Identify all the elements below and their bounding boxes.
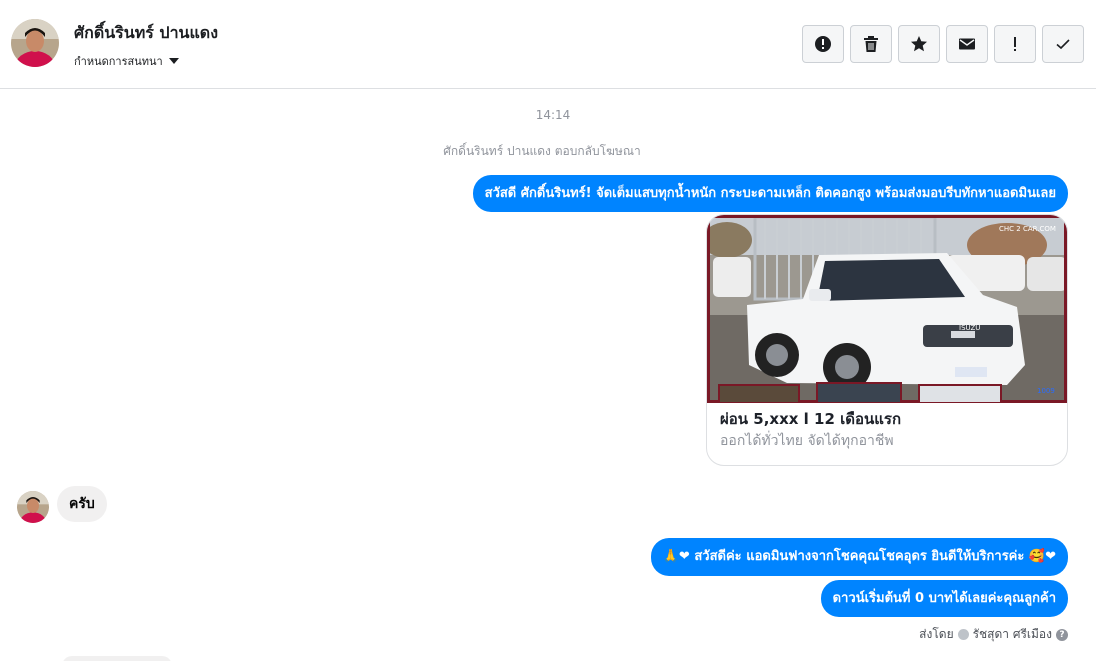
ad-reply-note: ศักดิ์นรินทร์ ปานแดง ตอบกลับโฆษณา <box>443 144 641 158</box>
contact-avatar-small[interactable] <box>17 491 49 523</box>
emoji-prefix: 🙏❤ <box>662 549 690 564</box>
delete-button[interactable] <box>850 25 892 63</box>
caret-down-icon <box>168 58 179 64</box>
sent-by-info: ส่งโดย รัชสุดา ศรีเมือง ? <box>919 625 1068 644</box>
report-spam-button[interactable] <box>802 25 844 63</box>
sent-by-label: ส่งโดย <box>919 627 954 641</box>
incoming-message[interactable]: ครับ <box>57 486 107 522</box>
trash-icon <box>864 36 878 52</box>
grille-badge: ISUZU <box>959 324 980 332</box>
contact-name[interactable]: ศักดิ์นรินทร์ ปานแดง <box>74 21 218 46</box>
help-icon[interactable]: ? <box>1056 628 1068 641</box>
header-actions <box>802 25 1084 63</box>
outgoing-message-text: สวัสดีค่ะ แอดมินฟางจากโชคคุณโชคอุดร ยินด… <box>694 549 1025 564</box>
mark-done-button[interactable] <box>1042 25 1084 63</box>
sent-by-name[interactable]: รัชสุดา ศรีเมือง <box>973 625 1052 644</box>
emoji-suffix: 🥰❤ <box>1028 549 1056 564</box>
agent-icon <box>957 629 969 640</box>
ad-card[interactable]: CHC 2 CAR.COM ISUZU 1009 ผ่อน 5,xxx l 12… <box>706 214 1068 466</box>
ad-watermark: CHC 2 CAR.COM <box>999 225 1056 233</box>
alert-circle-icon <box>815 36 831 52</box>
avatar-image <box>17 491 49 523</box>
ad-image: CHC 2 CAR.COM ISUZU 1009 <box>707 215 1067 403</box>
follow-up-button[interactable] <box>994 25 1036 63</box>
outgoing-message[interactable]: 🙏❤ สวัสดีค่ะ แอดมินฟางจากโชคคุณโชคอุดร ย… <box>650 538 1068 576</box>
star-button[interactable] <box>898 25 940 63</box>
conversation-header: ศักดิ์นรินทร์ ปานแดง กำหนดการสนทนา <box>0 0 1096 89</box>
outgoing-message[interactable]: ดาวน์เริ่มต้นที่ 0 บาทได้เลยค่ะคุณลูกค้า <box>820 580 1068 617</box>
envelope-icon <box>959 38 975 50</box>
incoming-message-partial <box>62 656 172 661</box>
check-icon <box>1056 39 1070 50</box>
message-timestamp: 14:14 <box>535 108 571 122</box>
avatar-image <box>11 19 59 67</box>
ad-card-subtitle: ออกได้ทั่วไทย จัดได้ทุกอาชีพ <box>720 433 894 449</box>
contact-avatar[interactable] <box>11 19 59 67</box>
outgoing-message[interactable]: สวัสดี ศักดิ์นรินทร์! จัดเต็มแสบทุกน้ำหน… <box>472 175 1068 212</box>
ad-corner-tag: 1009 <box>1037 387 1055 395</box>
exclamation-icon <box>1014 37 1016 51</box>
star-icon <box>911 36 927 52</box>
ad-card-title[interactable]: ผ่อน 5,xxx l 12 เดือนแรก <box>720 407 901 431</box>
mark-unread-button[interactable] <box>946 25 988 63</box>
conversation-settings-dropdown[interactable]: กำหนดการสนทนา <box>74 52 179 70</box>
conversation-settings-label: กำหนดการสนทนา <box>74 55 163 68</box>
